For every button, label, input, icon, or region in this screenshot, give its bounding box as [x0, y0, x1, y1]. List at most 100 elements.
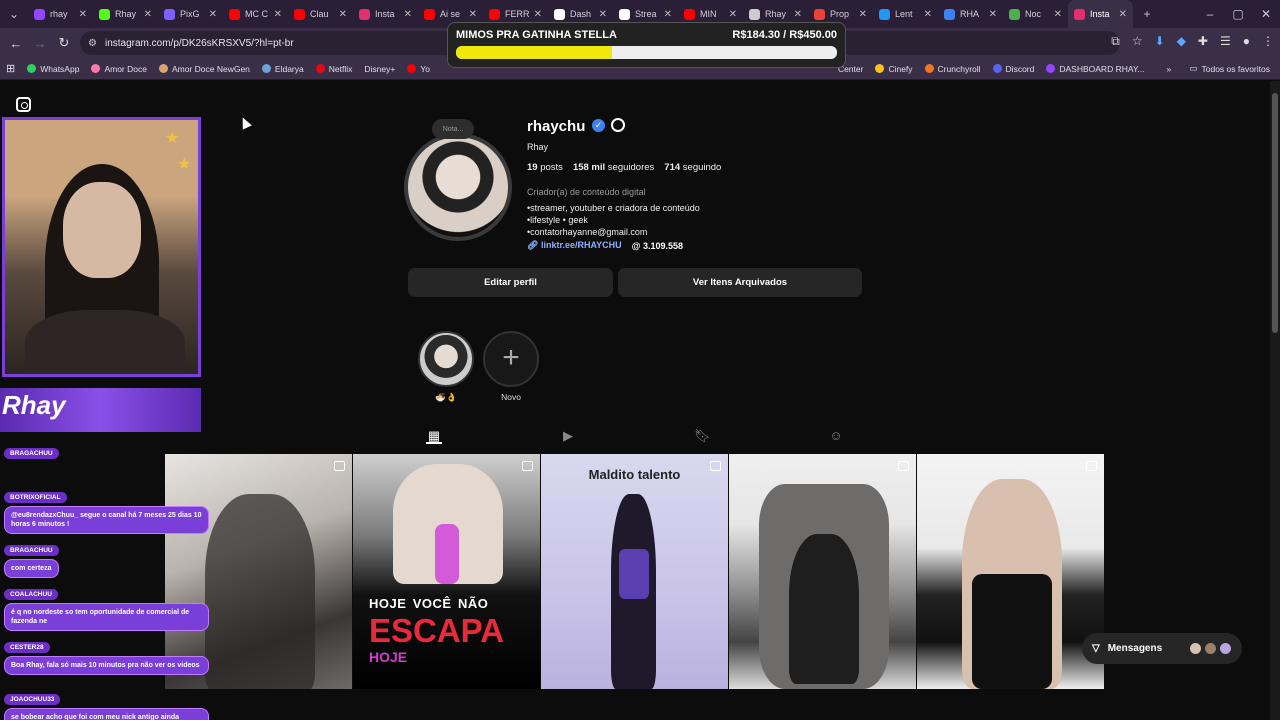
close-tab-icon[interactable]: ✕: [274, 9, 282, 20]
reload-icon[interactable]: ↻: [52, 35, 76, 51]
minimize-icon[interactable]: –: [1196, 7, 1224, 21]
maximize-icon[interactable]: ▢: [1224, 7, 1252, 21]
new-tab-button[interactable]: +: [1133, 7, 1161, 21]
close-tab-icon[interactable]: ✕: [599, 9, 607, 20]
posts-grid-tab-icon[interactable]: ▦: [426, 428, 442, 444]
bookmark-label: Yo: [420, 63, 430, 74]
close-tab-icon[interactable]: ✕: [1119, 9, 1127, 20]
chat-message: BRAGACHUU: [4, 442, 59, 460]
tab-title: PixG: [180, 9, 200, 19]
profile-link[interactable]: 🔗︎ linktr.ee/RHAYCHU: [527, 240, 622, 251]
avatar: [1189, 642, 1202, 655]
site-info-icon[interactable]: ⚙: [88, 38, 97, 49]
browser-tab[interactable]: Clau ✕: [288, 0, 353, 28]
close-tab-icon[interactable]: ✕: [989, 9, 997, 20]
close-tab-icon[interactable]: ✕: [534, 9, 542, 20]
bookmark-star-icon[interactable]: ☆: [1132, 34, 1143, 49]
download-icon[interactable]: ⬇: [1155, 34, 1165, 49]
back-arrow-icon[interactable]: ←: [4, 36, 28, 51]
bookmark-label: Disney+: [364, 63, 396, 74]
url-text: instagram.com/p/DK26sKRSXV5/?hl=pt-br: [104, 37, 294, 49]
browser-tab[interactable]: PixG ✕: [158, 0, 223, 28]
close-tab-icon[interactable]: ✕: [729, 9, 737, 20]
close-tab-icon[interactable]: ✕: [859, 9, 867, 20]
tab-search-chevron-icon[interactable]: ⌄: [0, 7, 28, 21]
profile-note[interactable]: Nota...: [432, 119, 474, 139]
close-tab-icon[interactable]: ✕: [469, 9, 477, 20]
browser-tab[interactable]: rhay ✕: [28, 0, 93, 28]
bookmark-crunchyroll[interactable]: Crunchyroll: [924, 64, 981, 74]
close-tab-icon[interactable]: ✕: [664, 9, 672, 20]
profile-tabs: ▦ ▶ 🔖︎ ☺: [408, 428, 862, 448]
extensions-puzzle-icon[interactable]: ✚: [1198, 34, 1208, 49]
close-tab-icon[interactable]: ✕: [79, 9, 87, 20]
bookmark-disney[interactable]: Disney+: [364, 64, 395, 74]
close-tab-icon[interactable]: ✕: [404, 9, 412, 20]
view-archive-button[interactable]: Ver Itens Arquivados: [618, 268, 862, 297]
bookmark-whatsapp[interactable]: WhatsApp: [27, 64, 79, 74]
browser-menu-icon[interactable]: ⋮: [1262, 34, 1274, 49]
followers-count[interactable]: 158 mil seguidores: [573, 162, 654, 173]
reels-tab-icon[interactable]: ▶: [560, 428, 576, 444]
crunchyroll-icon: [924, 64, 934, 73]
browser-tab-active[interactable]: Insta ✕: [1068, 0, 1133, 28]
browser-tab[interactable]: Rhay ✕: [93, 0, 158, 28]
following-count[interactable]: 714 seguindo: [664, 162, 721, 173]
messages-button[interactable]: ▽ Mensagens: [1082, 633, 1242, 664]
bio-line: •lifestyle • geek: [527, 215, 588, 225]
bookmark-dashboard[interactable]: DASHBOARD RHAY...: [1046, 64, 1145, 74]
people: [789, 534, 859, 684]
saved-tab-icon[interactable]: 🔖︎: [694, 428, 711, 444]
plus-icon: +: [502, 341, 520, 374]
post-thumbnail[interactable]: [917, 454, 1104, 689]
browser-tab[interactable]: RHA ✕: [938, 0, 1003, 28]
browser-tab[interactable]: Lent ✕: [873, 0, 938, 28]
profile-links: 🔗︎ linktr.ee/RHAYCHU @ 3.109.558: [527, 240, 683, 251]
install-app-icon[interactable]: ⧉: [1111, 34, 1120, 49]
bookmark-eldarya[interactable]: Eldarya: [261, 64, 304, 74]
close-tab-icon[interactable]: ✕: [209, 9, 217, 20]
new-highlight-button[interactable]: +: [483, 331, 539, 387]
tab-title: RHA: [960, 9, 980, 19]
profile-avatar[interactable]: [404, 133, 512, 241]
bookmark-amor-doce-newgen[interactable]: Amor Doce NewGen: [158, 64, 250, 74]
browser-tab[interactable]: Insta ✕: [353, 0, 418, 28]
extension-icon[interactable]: ◆: [1177, 34, 1186, 49]
edit-profile-button[interactable]: Editar perfil: [408, 268, 613, 297]
browser-tab[interactable]: MC C ✕: [223, 0, 288, 28]
close-tab-icon[interactable]: ✕: [794, 9, 802, 20]
profile-avatar-icon[interactable]: ●: [1243, 34, 1250, 49]
bookmark-youtube[interactable]: Yo: [407, 64, 430, 74]
page-scrollbar[interactable]: [1270, 81, 1280, 720]
settings-gear-icon[interactable]: [611, 118, 625, 132]
post-thumbnail[interactable]: Maldito talento: [541, 454, 728, 689]
close-window-icon[interactable]: ✕: [1252, 7, 1280, 21]
apps-grid-icon[interactable]: ⊞: [6, 62, 15, 75]
bookmark-amor-doce[interactable]: Amor Doce: [91, 64, 147, 74]
post-thumbnail[interactable]: [729, 454, 916, 689]
tagged-tab-icon[interactable]: ☺: [828, 428, 844, 444]
instagram-logo-icon[interactable]: [16, 97, 31, 112]
close-tab-icon[interactable]: ✕: [339, 9, 347, 20]
bookmark-discord[interactable]: Discord: [992, 64, 1034, 74]
amor-doce-newgen-icon: [158, 64, 168, 73]
tab-favicon-icon: [489, 8, 500, 20]
reading-list-icon[interactable]: ☰: [1220, 34, 1231, 49]
more-bookmarks-chevron-icon[interactable]: »: [1167, 64, 1172, 74]
bookmark-label: Cinefy: [888, 63, 913, 74]
close-tab-icon[interactable]: ✕: [144, 9, 152, 20]
streamer-body: [25, 310, 185, 374]
threads-link[interactable]: @ 3.109.558: [632, 241, 683, 251]
close-tab-icon[interactable]: ✕: [1054, 9, 1062, 20]
scrollbar-thumb[interactable]: [1272, 93, 1278, 333]
forward-arrow-icon[interactable]: →: [28, 36, 52, 51]
close-tab-icon[interactable]: ✕: [924, 9, 932, 20]
tab-title: rhay: [50, 9, 68, 19]
goal-title: MIMOS PRA GATINHA STELLA: [456, 29, 617, 41]
post-thumbnail[interactable]: HOJE VOCÊ NÃO ESCAPA HOJE: [353, 454, 540, 689]
all-favorites-folder[interactable]: ▭ Todos os favoritos: [1189, 63, 1270, 74]
bookmark-cinefy[interactable]: Cinefy: [875, 63, 913, 74]
bookmark-netflix[interactable]: Netflix: [315, 64, 352, 74]
browser-tab[interactable]: Noc ✕: [1003, 0, 1068, 28]
story-highlight[interactable]: [418, 331, 474, 387]
